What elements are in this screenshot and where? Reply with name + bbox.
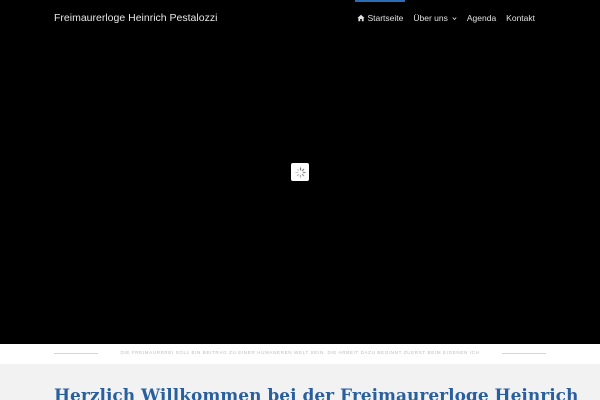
nav-item-kontakt[interactable]: Kontakt: [501, 0, 540, 36]
divider: [502, 353, 546, 354]
main-nav: Startseite Über uns Agenda Kontakt: [352, 0, 540, 36]
tagline-bar: DIE FREIMAUREREI SOLL EIN BEITRAG ZU EIN…: [0, 344, 600, 364]
spinner-icon: [294, 166, 306, 178]
home-icon: [357, 14, 366, 22]
loading-spinner: [291, 163, 309, 181]
page-title: Herzlich Willkommen bei der Freimaurerlo…: [54, 386, 579, 400]
tagline: DIE FREIMAUREREI SOLL EIN BEITRAG ZU EIN…: [120, 350, 480, 355]
nav-item-agenda[interactable]: Agenda: [462, 0, 501, 36]
nav-item-startseite[interactable]: Startseite: [352, 0, 408, 36]
hero-slider: Freimaurerloge Heinrich Pestalozzi Start…: [0, 0, 600, 344]
nav-item-ueber-uns[interactable]: Über uns: [408, 0, 462, 36]
nav-item-label: Kontakt: [506, 13, 535, 23]
chevron-down-icon: [452, 16, 457, 21]
page: Freimaurerloge Heinrich Pestalozzi Start…: [0, 0, 600, 400]
site-title[interactable]: Freimaurerloge Heinrich Pestalozzi: [54, 12, 217, 24]
header-bar: Freimaurerloge Heinrich Pestalozzi Start…: [0, 0, 600, 36]
nav-item-label: Startseite: [367, 13, 404, 23]
nav-item-label: Über uns: [413, 13, 448, 23]
nav-item-label: Agenda: [466, 13, 497, 23]
